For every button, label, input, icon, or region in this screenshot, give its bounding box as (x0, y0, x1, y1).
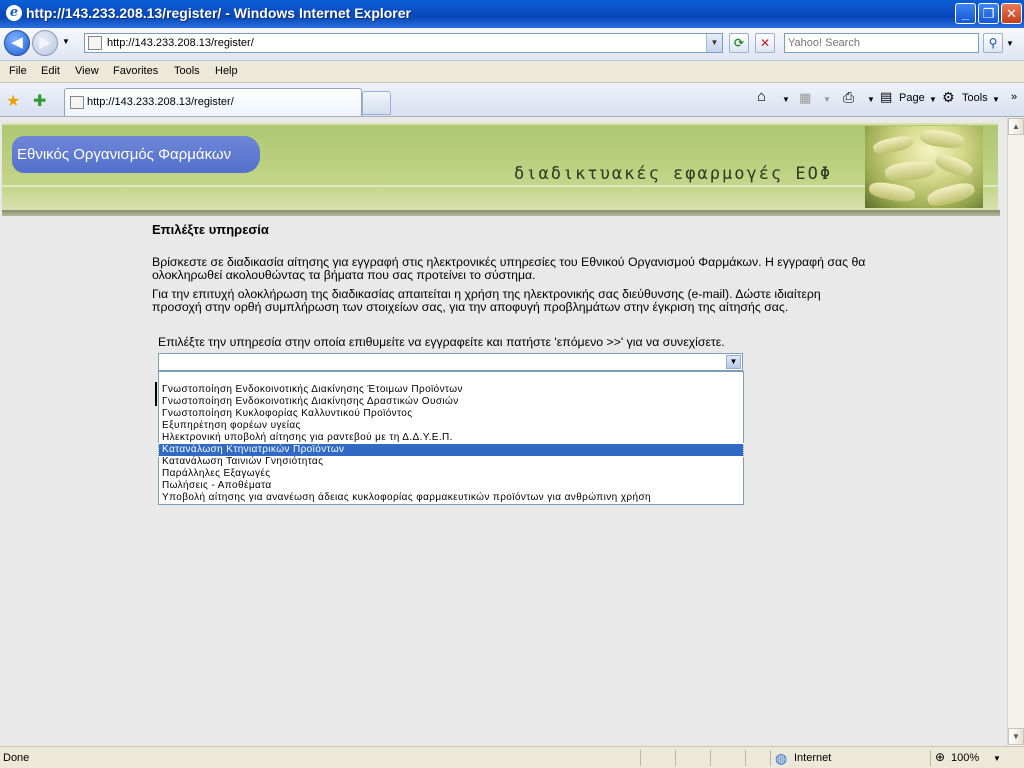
status-separator (745, 750, 746, 766)
service-option[interactable]: Εξυπηρέτηση φορέων υγείας (159, 420, 743, 432)
service-option[interactable]: Γνωστοποίηση Ενδοκοινοτικής Διακίνησης Δ… (159, 396, 743, 408)
vertical-scrollbar[interactable]: ▲ ▼ (1007, 118, 1024, 746)
service-option[interactable]: Παράλληλες Εξαγωγές (159, 468, 743, 480)
text-cursor (155, 382, 157, 406)
banner-divider (2, 185, 998, 187)
site-banner: Εθνικός Οργανισμός Φαρμάκων διαδικτυακές… (2, 123, 1000, 216)
page-dropdown-icon[interactable]: ▼ (929, 95, 937, 104)
status-separator (930, 750, 931, 766)
status-text: Done (3, 752, 30, 764)
service-options-list[interactable]: Γνωστοποίηση Ενδοκοινοτικής Διακίνησης Έ… (158, 371, 744, 505)
service-option[interactable]: Γνωστοποίηση Ενδοκοινοτικής Διακίνησης Έ… (159, 384, 743, 396)
service-option[interactable]: Γνωστοποίηση Κυκλοφορίας Καλλυντικού Προ… (159, 408, 743, 420)
service-option[interactable]: Πωλήσεις - Αποθέματα (159, 480, 743, 492)
home-icon[interactable]: ⌂ (757, 88, 766, 105)
restore-button[interactable]: ❐ (978, 3, 999, 24)
address-dropdown-button[interactable]: ▼ (706, 34, 722, 52)
org-logo[interactable]: Εθνικός Οργανισμός Φαρμάκων (12, 136, 260, 173)
service-option-selected[interactable]: Κατανάλωση Κτηνιατρικών Προϊόντων (158, 443, 744, 457)
page-title: Επιλέξτε υπηρεσία (152, 222, 269, 237)
service-select[interactable]: ▼ (158, 353, 743, 371)
tab-label: http://143.233.208.13/register/ (87, 96, 234, 108)
close-button[interactable]: ✕ (1001, 3, 1022, 24)
zoom-icon: ⊕ (935, 750, 946, 764)
page-menu-icon: ▤ (880, 89, 893, 104)
status-bar: Done ◍ Internet ⊕ 100% ▼ (0, 746, 1024, 768)
service-option[interactable]: Κατανάλωση Ταινιών Γνησιότητας (159, 456, 743, 468)
tools-dropdown-icon[interactable]: ▼ (992, 95, 1000, 104)
apps-title: διαδικτυακές εφαρμογές ΕΟΦ (514, 164, 833, 184)
pills-photo (865, 126, 983, 209)
page-content: Εθνικός Οργανισμός Φαρμάκων διαδικτυακές… (0, 118, 1007, 746)
menu-favorites[interactable]: Favorites (113, 65, 158, 77)
banner-bottom-bar (2, 210, 1000, 216)
scroll-up-button[interactable]: ▲ (1008, 118, 1024, 135)
address-url: http://143.233.208.13/register/ (107, 37, 254, 49)
status-separator (675, 750, 676, 766)
refresh-button[interactable]: ⟳ (729, 33, 749, 53)
search-icon[interactable]: ⚲ (983, 33, 1003, 53)
menu-tools[interactable]: Tools (174, 65, 200, 77)
menu-view[interactable]: View (75, 65, 99, 77)
tools-gear-icon: ⚙ (942, 89, 955, 105)
menu-file[interactable]: File (9, 65, 27, 77)
favorites-star-icon[interactable]: ★ (6, 91, 20, 111)
intro-paragraph-1: Βρίσκεστε σε διαδικασία αίτησης για εγγρ… (152, 255, 866, 282)
print-icon[interactable]: ⎙ (843, 89, 854, 106)
status-separator (640, 750, 641, 766)
search-input[interactable] (784, 33, 979, 53)
toolbar-overflow-icon[interactable]: » (1011, 91, 1017, 103)
home-dropdown-icon[interactable]: ▼ (782, 95, 790, 104)
address-field[interactable]: http://143.233.208.13/register/ ▼ (84, 33, 723, 53)
print-dropdown-icon[interactable]: ▼ (867, 95, 875, 104)
service-option[interactable]: Υποβολή αίτησης για ανανέωση άδειας κυκλ… (159, 492, 743, 504)
service-option[interactable] (159, 372, 743, 384)
ie-logo-icon: e (6, 5, 22, 21)
scroll-down-button[interactable]: ▼ (1008, 728, 1024, 745)
select-dropdown-icon[interactable]: ▼ (726, 355, 741, 369)
security-zone: Internet (794, 752, 832, 764)
status-separator (710, 750, 711, 766)
zoom-dropdown-icon[interactable]: ▼ (993, 754, 1001, 763)
page-menu[interactable]: Page (899, 92, 925, 104)
page-icon (88, 36, 102, 50)
window-title-bar[interactable]: e http://143.233.208.13/register/ - Wind… (0, 0, 1024, 28)
tab-row: ★ ✚ http://143.233.208.13/register/ ⌂ ▼ … (0, 83, 1024, 117)
forward-button[interactable]: ▶ (32, 30, 58, 56)
add-favorites-icon[interactable]: ✚ (33, 91, 46, 111)
banner-top-stripe (2, 123, 998, 125)
instruction-text: Επιλέξτε την υπηρεσία στην οποία επιθυμε… (158, 335, 725, 349)
stop-button[interactable]: ✕ (755, 33, 775, 53)
address-toolbar: ◀ ▶ ▼ http://143.233.208.13/register/ ▼ … (0, 28, 1024, 61)
menu-bar: File Edit View Favorites Tools Help (0, 61, 1024, 83)
back-button[interactable]: ◀ (4, 30, 30, 56)
service-option[interactable]: Ηλεκτρονική υποβολή αίτησης για ραντεβού… (159, 432, 743, 444)
recent-pages-dropdown-icon[interactable]: ▼ (62, 37, 70, 46)
window-title: http://143.233.208.13/register/ - Window… (26, 5, 411, 21)
feeds-icon[interactable]: ▦ (799, 90, 811, 106)
zoom-level[interactable]: 100% (951, 752, 979, 764)
search-options-dropdown-icon[interactable]: ▼ (1006, 39, 1014, 48)
internet-globe-icon: ◍ (775, 750, 788, 766)
new-tab-button[interactable] (362, 91, 391, 115)
menu-help[interactable]: Help (215, 65, 238, 77)
feeds-dropdown-icon[interactable]: ▼ (823, 95, 831, 104)
intro-paragraph-2: Για την επιτυχή ολοκλήρωση της διαδικασί… (152, 287, 821, 314)
menu-edit[interactable]: Edit (41, 65, 60, 77)
tools-menu[interactable]: Tools (962, 92, 988, 104)
status-separator (770, 750, 771, 766)
minimize-button[interactable]: _ (955, 3, 976, 24)
tab-register[interactable]: http://143.233.208.13/register/ (64, 88, 362, 116)
page-icon (70, 96, 84, 109)
